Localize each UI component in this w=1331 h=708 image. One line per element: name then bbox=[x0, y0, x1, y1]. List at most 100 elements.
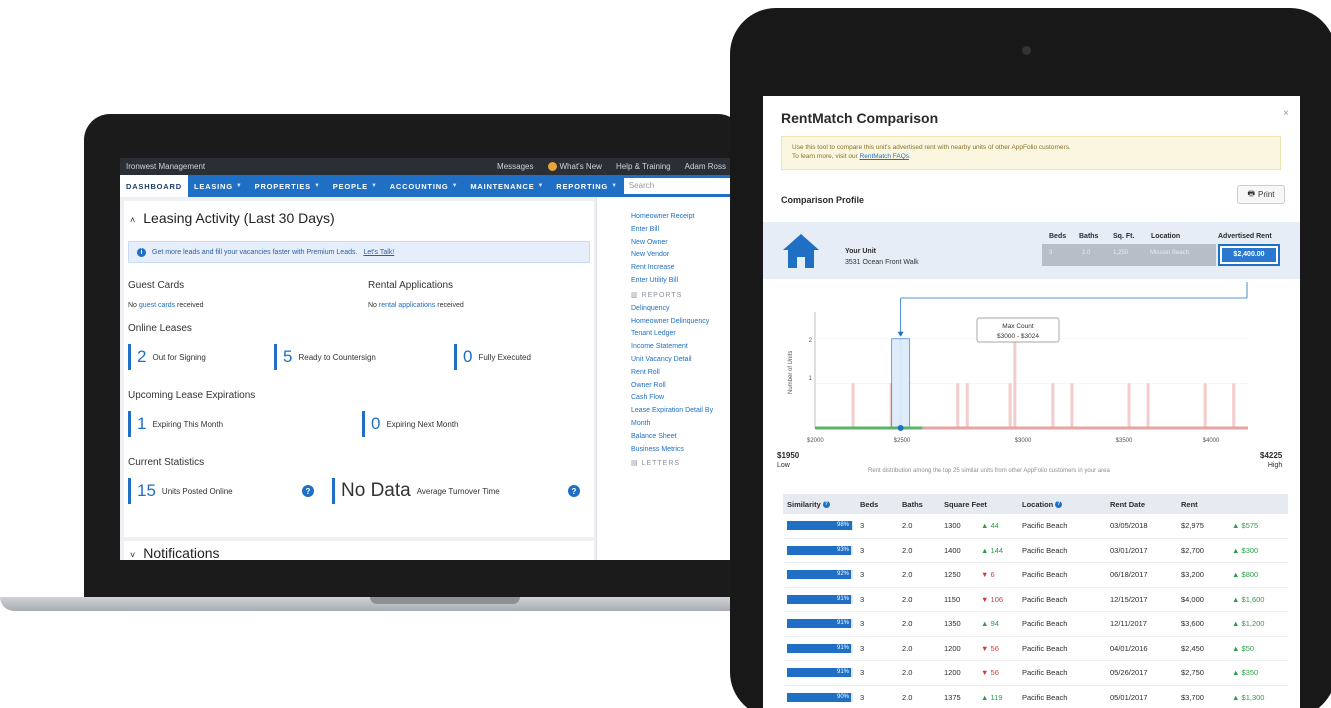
header-rent-date[interactable]: Rent Date bbox=[1110, 500, 1181, 509]
close-icon[interactable]: × bbox=[1283, 108, 1289, 119]
rent-date-cell: 04/01/2016 bbox=[1110, 643, 1148, 653]
table-row[interactable]: 93% 3 2.0 1400 ▲ 144 Pacific Beach 03/01/2017 $… bbox=[783, 539, 1288, 563]
baths-cell: 2.0 bbox=[902, 668, 913, 678]
table-row[interactable]: 98% 3 2.0 1300 ▲ 44 Pacific Beach 03/05/2018 $2… bbox=[783, 514, 1288, 539]
report-link[interactable]: Month bbox=[631, 418, 732, 431]
similarity-cell: 91% bbox=[783, 643, 860, 653]
stat-fully-executed[interactable]: 0 Fully Executed bbox=[454, 344, 531, 370]
advertised-rent-field[interactable]: $2,400.00 bbox=[1218, 244, 1280, 266]
tab-leasing[interactable]: LEASING ▼ bbox=[188, 175, 249, 197]
stat-expiring-this-month[interactable]: 1 Expiring This Month bbox=[128, 411, 223, 437]
rentmatch-faqs-link[interactable]: RentMatch FAQs bbox=[860, 153, 910, 160]
similarity-pct: 91% bbox=[834, 668, 851, 678]
histogram-bar bbox=[1051, 383, 1055, 428]
beds-cell: 3 bbox=[860, 619, 865, 629]
similarity-bar: 90% bbox=[787, 692, 853, 702]
link-enter-utility-bill[interactable]: Enter Utility Bill bbox=[631, 275, 732, 288]
printer-icon: 🖶 bbox=[1247, 188, 1256, 198]
reports-heading: ▥ REPORTS bbox=[631, 288, 732, 303]
tab-reporting[interactable]: REPORTING ▼ bbox=[550, 175, 624, 197]
report-link[interactable]: Balance Sheet bbox=[631, 431, 732, 444]
help-icon[interactable]: ? bbox=[822, 500, 830, 508]
header-similarity[interactable]: Similarity? bbox=[783, 500, 860, 509]
help-icon[interactable]: ? bbox=[568, 485, 580, 497]
table-row[interactable]: 92% 3 2.0 1250 ▼ 6 Pacific Beach 06/18/2017 $3,… bbox=[783, 563, 1288, 588]
table-row[interactable]: 91% 3 2.0 1200 ▼ 56 Pacific Beach 05/26/2017 $2… bbox=[783, 661, 1288, 686]
print-button[interactable]: 🖶 Print bbox=[1237, 185, 1285, 204]
link-new-owner[interactable]: New Owner bbox=[631, 237, 732, 250]
report-link[interactable]: Tenant Ledger bbox=[631, 328, 732, 341]
tab-properties[interactable]: PROPERTIES ▼ bbox=[249, 175, 327, 197]
report-link[interactable]: Rent Roll bbox=[631, 367, 732, 380]
location-cell: Pacific Beach bbox=[1022, 619, 1068, 629]
report-link[interactable]: Delinquency bbox=[631, 303, 732, 316]
stat-number: 0 bbox=[371, 414, 381, 433]
report-link[interactable]: Cash Flow bbox=[631, 392, 732, 405]
tab-accounting[interactable]: ACCOUNTING ▼ bbox=[384, 175, 465, 197]
rent-diff-cell: ▲ $300 bbox=[1232, 546, 1288, 555]
similarity-cell: 90% bbox=[783, 692, 860, 702]
link-enter-bill[interactable]: Enter Bill bbox=[631, 224, 732, 237]
chevron-down-icon: ▼ bbox=[451, 183, 459, 189]
table-row[interactable]: 90% 3 2.0 1375 ▲ 119 Pacific Beach 05/01/2017 $… bbox=[783, 686, 1288, 708]
baths-cell: 2.0 bbox=[902, 594, 913, 604]
search-input[interactable]: Search bbox=[623, 178, 732, 194]
unit-location: Mission Beach bbox=[1150, 250, 1190, 256]
rent-diff-value: $800 bbox=[1241, 570, 1259, 580]
stat-expiring-next-month[interactable]: 0 Expiring Next Month bbox=[362, 411, 459, 437]
link-new-vendor[interactable]: New Vendor bbox=[631, 249, 732, 262]
report-link[interactable]: Business Metrics bbox=[631, 444, 732, 457]
stat-out-for-signing[interactable]: 2 Out for Signing bbox=[128, 344, 206, 370]
similarity-pct: 98% bbox=[834, 521, 851, 531]
stat-units-posted[interactable]: 15 Units Posted Online bbox=[128, 478, 233, 504]
rent-date-cell: 12/11/2017 bbox=[1110, 619, 1147, 629]
report-link[interactable]: Homeowner Delinquency bbox=[631, 316, 732, 329]
help-training-link[interactable]: Help & Training bbox=[616, 162, 671, 171]
help-icon[interactable]: ? bbox=[302, 485, 314, 497]
guest-cards-status: No guest cards received bbox=[128, 302, 204, 309]
report-link[interactable]: Lease Expiration Detail By bbox=[631, 405, 732, 418]
header-beds[interactable]: Beds bbox=[860, 500, 902, 509]
rentmatch-notice: Use this tool to compare this unit's adv… bbox=[781, 136, 1281, 170]
header-baths[interactable]: Baths bbox=[902, 500, 944, 509]
messages-link[interactable]: Messages bbox=[497, 162, 533, 171]
help-icon[interactable]: ? bbox=[1055, 501, 1063, 509]
link-homeowner-receipt[interactable]: Homeowner Receipt bbox=[631, 211, 732, 224]
sqft-diff-arrow-icon: ▼ bbox=[981, 594, 989, 604]
table-body: 98% 3 2.0 1300 ▲ 44 Pacific Beach 03/05/2018 $2… bbox=[783, 514, 1288, 708]
rental-applications-link[interactable]: rental applications bbox=[379, 302, 435, 309]
rent-cell: $2,700 bbox=[1181, 545, 1204, 555]
down-arrow-icon bbox=[897, 331, 904, 337]
table-row[interactable]: 91% 3 2.0 1200 ▼ 56 Pacific Beach 04/01/2016 $2… bbox=[783, 637, 1288, 661]
link-rent-increase[interactable]: Rent Increase bbox=[631, 262, 732, 275]
tab-people[interactable]: PEOPLE ▼ bbox=[327, 175, 384, 197]
notifications-header[interactable]: ˅ Notifications bbox=[130, 545, 220, 560]
guest-cards-link[interactable]: guest cards bbox=[139, 302, 175, 309]
user-menu[interactable]: Adam Ross bbox=[685, 162, 726, 171]
whats-new-link[interactable]: What's New bbox=[547, 162, 602, 171]
report-link[interactable]: Unit Vacancy Detail bbox=[631, 354, 732, 367]
whats-new-label: What's New bbox=[559, 162, 602, 171]
header-rent[interactable]: Rent bbox=[1181, 500, 1232, 509]
report-link[interactable]: Income Statement bbox=[631, 341, 732, 354]
table-row[interactable]: 91% 3 2.0 1350 ▲ 94 Pacific Beach 12/11/2017 $3… bbox=[783, 612, 1288, 637]
stat-average-turnover[interactable]: No Data Average Turnover Time bbox=[332, 478, 500, 504]
report-link[interactable]: Owner Roll bbox=[631, 380, 732, 393]
sqft-diff-cell: ▼ 6 bbox=[981, 570, 1022, 579]
leasing-activity-header[interactable]: ˄ Leasing Activity (Last 30 Days) bbox=[130, 210, 335, 226]
histogram-bar bbox=[1232, 383, 1236, 428]
header-location[interactable]: Location? bbox=[1022, 500, 1110, 509]
tab-dashboard[interactable]: DASHBOARD bbox=[120, 175, 188, 197]
table-row[interactable]: 91% 3 2.0 1150 ▼ 106 Pacific Beach 12/15/2017 $… bbox=[783, 588, 1288, 612]
stat-ready-to-countersign[interactable]: 5 Ready to Countersign bbox=[274, 344, 376, 370]
rent-diff-cell: ▲ $575 bbox=[1232, 521, 1288, 530]
tab-maintenance[interactable]: MAINTENANCE ▼ bbox=[464, 175, 550, 197]
rent-diff-cell: ▲ $350 bbox=[1232, 668, 1288, 677]
status-text: No bbox=[128, 302, 139, 309]
your-unit-bar bbox=[891, 338, 911, 429]
guest-cards-title: Guest Cards bbox=[128, 280, 185, 291]
tooltip-title: Max Count bbox=[1002, 323, 1034, 330]
heading-label: REPORTS bbox=[641, 291, 683, 299]
lets-talk-link[interactable]: Let's Talk! bbox=[363, 249, 394, 256]
header-square-feet[interactable]: Square Feet bbox=[944, 500, 1022, 509]
